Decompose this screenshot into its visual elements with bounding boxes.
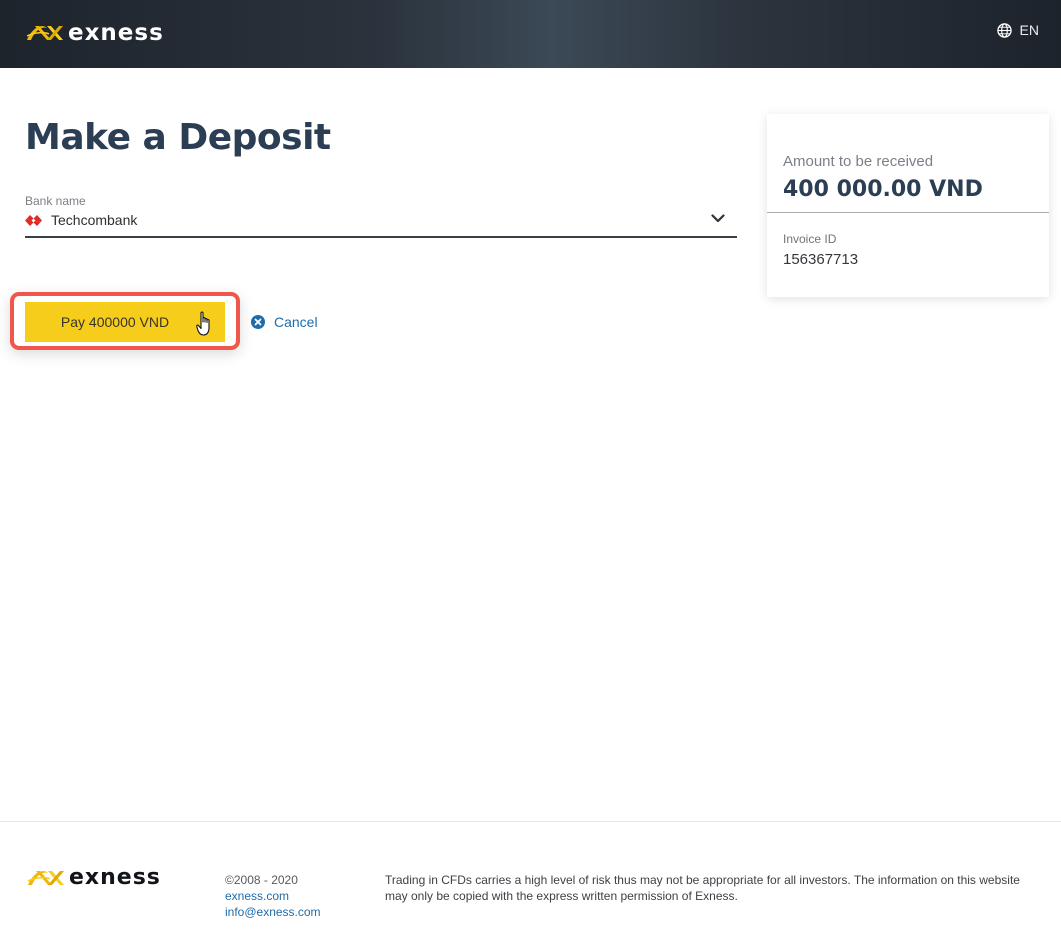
page-title: Make a Deposit bbox=[25, 117, 331, 158]
amount-label: Amount to be received bbox=[783, 153, 934, 170]
cancel-link[interactable]: Cancel bbox=[251, 314, 318, 330]
invoice-id-value: 156367713 bbox=[783, 251, 859, 268]
techcombank-logo-icon bbox=[25, 214, 42, 226]
invoice-id-label: Invoice ID bbox=[783, 232, 837, 246]
chevron-down-icon[interactable] bbox=[711, 214, 725, 223]
bank-name-label: Bank name bbox=[25, 194, 86, 208]
bank-name-value: Techcombank bbox=[25, 212, 137, 228]
hand-cursor-icon bbox=[196, 311, 210, 336]
copyright-text: ©2008 - 2020 bbox=[225, 873, 298, 887]
brand-name: exness bbox=[68, 20, 164, 46]
footer-exness-logo[interactable]: exness bbox=[26, 865, 161, 890]
cancel-label: Cancel bbox=[274, 314, 318, 330]
footer-brand-name: exness bbox=[69, 865, 161, 890]
exness-logo[interactable]: exness bbox=[25, 20, 164, 46]
language-label: EN bbox=[1019, 22, 1039, 38]
pay-button[interactable]: Pay 400000 VND bbox=[25, 302, 225, 342]
language-selector[interactable]: EN bbox=[996, 22, 1039, 38]
cancel-circle-icon bbox=[251, 315, 265, 329]
exness-logo-icon bbox=[26, 26, 63, 40]
globe-icon bbox=[996, 22, 1012, 38]
exness-logo-icon bbox=[27, 870, 64, 885]
bank-name-text: Techcombank bbox=[51, 212, 138, 228]
site-link[interactable]: exness.com bbox=[225, 888, 321, 904]
top-header: exness EN bbox=[0, 0, 1061, 68]
card-divider bbox=[767, 212, 1049, 213]
risk-disclaimer: Trading in CFDs carries a high level of … bbox=[385, 873, 1020, 903]
deposit-summary-card: Amount to be received 400 000.00 VND Inv… bbox=[767, 114, 1049, 297]
email-link[interactable]: info@exness.com bbox=[225, 904, 321, 920]
bank-name-select[interactable]: Bank name Techcombank bbox=[25, 194, 737, 238]
footer-contact: ©2008 - 2020 exness.com info@exness.com bbox=[225, 872, 321, 920]
amount-value: 400 000.00 VND bbox=[783, 177, 983, 202]
footer-divider bbox=[0, 821, 1061, 822]
